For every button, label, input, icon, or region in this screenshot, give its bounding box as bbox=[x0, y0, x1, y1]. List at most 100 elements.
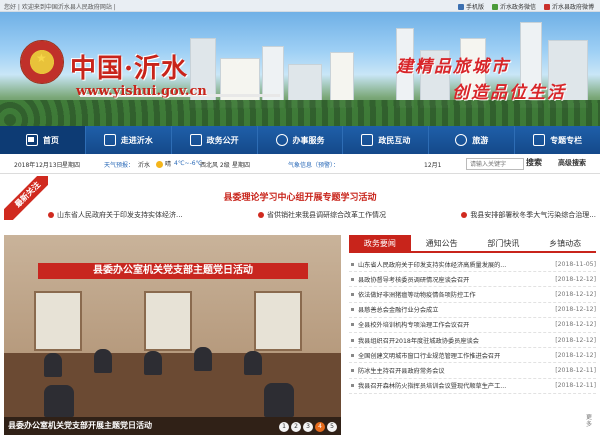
list-item[interactable]: 我县组织召开2018年度驻城政协委员座谈会 [2018-12-12] bbox=[349, 333, 596, 349]
list-item[interactable]: 县慈善总会金融行业分会成立 [2018-12-12] bbox=[349, 303, 596, 318]
nav-gov-info[interactable]: 政务公开 bbox=[172, 126, 258, 154]
nav-tourism[interactable]: 旅游 bbox=[429, 126, 516, 154]
sun-icon bbox=[156, 161, 163, 168]
news-title[interactable]: 依法做好非洲猪瘟等动物疫情各项防控工作 bbox=[358, 290, 550, 299]
news-date: [2018-12-12] bbox=[555, 306, 596, 314]
warning-label[interactable]: 气象信息（预警）： bbox=[288, 160, 339, 169]
weather-day: 星期四 bbox=[232, 162, 251, 169]
news-title[interactable]: 我县组织召开2018年度驻城政协委员座谈会 bbox=[358, 336, 550, 345]
pager-dot[interactable]: 2 bbox=[291, 422, 301, 432]
bullet-icon bbox=[351, 384, 354, 388]
photo-banner-text: 县委办公室机关党支部主题党日活动 bbox=[38, 263, 308, 279]
tab-notices[interactable]: 通知公告 bbox=[411, 235, 473, 251]
nav-services[interactable]: 办事服务 bbox=[258, 126, 344, 154]
wechat-link[interactable]: 沂水政务微信 bbox=[491, 2, 536, 11]
weather-label: 天气预报： bbox=[104, 162, 135, 169]
chat-icon bbox=[361, 134, 374, 146]
more-link[interactable]: 更多 bbox=[586, 414, 596, 428]
news-title[interactable]: 防冰生主持召开县政府常务会议 bbox=[358, 366, 550, 375]
headline-link[interactable]: 省供销社来我县调研综合改革工作情况 bbox=[258, 210, 386, 220]
bullet-icon bbox=[351, 292, 354, 296]
news-date: [2018-12-11] bbox=[555, 382, 596, 390]
list-item[interactable]: 依法做好非洲猪瘟等动物疫情各项防控工作 [2018-12-12] bbox=[349, 287, 596, 303]
scroll-date: 12月1 bbox=[424, 162, 442, 169]
bullet-icon bbox=[351, 308, 354, 312]
current-weekday: 星期四 bbox=[62, 162, 81, 169]
headline-section: 最新关注 县委理论学习中心组开展专题学习活动 山东省人民政府关于印发支持实体经济… bbox=[0, 176, 600, 230]
bullet-icon bbox=[351, 338, 354, 342]
weibo-icon bbox=[543, 3, 550, 10]
news-list: 山东省人民政府关于印发支持实体经济高质量发展的... [2018-11-05] 县政… bbox=[349, 257, 596, 394]
wind: 西北风 2级 bbox=[200, 162, 230, 169]
photo-window bbox=[34, 291, 82, 351]
nav-interaction[interactable]: 政民互动 bbox=[343, 126, 430, 154]
photo-window bbox=[144, 291, 192, 351]
news-date: [2018-12-11] bbox=[555, 366, 596, 374]
news-date: [2018-12-12] bbox=[555, 351, 596, 359]
news-date: [2018-12-12] bbox=[555, 290, 596, 298]
camera-icon bbox=[455, 134, 468, 146]
top-bar: 您好 | 欢迎来到中国沂水县人民政府网站 | 手机版 沂水政务微信 沂水县政府微… bbox=[0, 0, 600, 12]
news-title[interactable]: 县慈善总会金融行业分会成立 bbox=[358, 305, 550, 314]
nav-home[interactable]: 首页 bbox=[0, 126, 86, 154]
home-icon bbox=[25, 134, 38, 146]
tree-line bbox=[0, 100, 600, 126]
wechat-icon bbox=[491, 3, 498, 10]
bullet-icon bbox=[351, 368, 354, 372]
news-title[interactable]: 县政协督导考核委员调研情况座谈会召开 bbox=[358, 275, 550, 284]
site-title[interactable]: 中国·沂水 bbox=[70, 48, 188, 85]
photo-person bbox=[144, 351, 162, 375]
bullet-icon bbox=[48, 212, 54, 218]
news-photo-carousel[interactable]: 县委办公室机关党支部主题党日活动 县委办公室机关党支部开展主题党日活动 1 2 … bbox=[4, 235, 341, 435]
list-item[interactable]: 全县校外培训机构专项治理工作会议召开 [2018-12-12] bbox=[349, 318, 596, 333]
advanced-search-link[interactable]: 高级搜索 bbox=[558, 158, 586, 168]
document-icon bbox=[189, 134, 202, 146]
main-nav: 首页 走进沂水 政务公开 办事服务 政民互动 旅游 专题专栏 bbox=[0, 126, 600, 154]
weather-block: 晴 bbox=[154, 159, 171, 168]
tab-dept-news[interactable]: 部门快讯 bbox=[473, 235, 535, 251]
news-title[interactable]: 全县校外培训机构专项治理工作会议召开 bbox=[358, 320, 550, 329]
mobile-icon bbox=[457, 3, 464, 10]
nav-topics[interactable]: 专题专栏 bbox=[515, 126, 600, 154]
headline-link[interactable]: 山东省人民政府关于印发支持实体经济... bbox=[48, 210, 183, 220]
photo-person bbox=[244, 351, 262, 375]
bullet-icon bbox=[258, 212, 264, 218]
pager-dot[interactable]: 5 bbox=[327, 422, 337, 432]
search-input[interactable] bbox=[466, 158, 524, 170]
site-banner: ★ 中国·沂水 www.yishui.gov.cn 建精品旅城市 创造品位生活 bbox=[0, 12, 600, 126]
pager-dot[interactable]: 1 bbox=[279, 422, 289, 432]
news-title[interactable]: 我县召开森林防火指挥员培训会议暨现代顺草生产工... bbox=[358, 381, 550, 390]
news-date: [2018-12-12] bbox=[555, 336, 596, 344]
news-date: [2018-12-12] bbox=[555, 275, 596, 283]
site-url: www.yishui.gov.cn bbox=[76, 84, 207, 99]
list-item[interactable]: 山东省人民政府关于印发支持实体经济高质量发展的... [2018-11-05] bbox=[349, 257, 596, 273]
headline-title[interactable]: 县委理论学习中心组开展专题学习活动 bbox=[0, 190, 600, 203]
list-item[interactable]: 全国创建文明城市窗口行业规范管理工作推进会召开 [2018-12-12] bbox=[349, 348, 596, 364]
photo-person bbox=[44, 385, 74, 417]
user-icon bbox=[275, 134, 288, 146]
grid-icon bbox=[533, 134, 546, 146]
mobile-link[interactable]: 手机版 bbox=[457, 2, 484, 11]
info-icon bbox=[103, 134, 116, 146]
news-title[interactable]: 山东省人民政府关于印发支持实体经济高质量发展的... bbox=[358, 260, 550, 269]
nav-about[interactable]: 走进沂水 bbox=[86, 126, 172, 154]
national-emblem-icon: ★ bbox=[20, 40, 64, 84]
list-item[interactable]: 我县召开森林防火指挥员培训会议暨现代顺草生产工... [2018-12-11] bbox=[349, 379, 596, 394]
weibo-link[interactable]: 沂水县政府微博 bbox=[543, 2, 594, 11]
search-button[interactable]: 搜索 bbox=[526, 157, 542, 168]
temperature: 4℃~-6℃ bbox=[174, 160, 203, 167]
bullet-icon bbox=[351, 262, 354, 266]
pager-dot[interactable]: 3 bbox=[303, 422, 313, 432]
pager-dot-active[interactable]: 4 bbox=[315, 422, 325, 432]
photo-window bbox=[254, 291, 302, 351]
headline-link[interactable]: 我县安排部署秋冬季大气污染综合治理... bbox=[461, 210, 596, 220]
photo-person bbox=[94, 349, 112, 373]
tab-gov-news[interactable]: 政务要闻 bbox=[349, 235, 411, 251]
slogan-line-2: 创造品位生活 bbox=[452, 83, 566, 103]
tab-town-news[interactable]: 乡镇动态 bbox=[534, 235, 596, 251]
list-item[interactable]: 县政协督导考核委员调研情况座谈会召开 [2018-12-12] bbox=[349, 272, 596, 288]
bullet-icon bbox=[351, 277, 354, 281]
carousel-pager: 1 2 3 4 5 bbox=[279, 422, 337, 432]
news-title[interactable]: 全国创建文明城市窗口行业规范管理工作推进会召开 bbox=[358, 351, 550, 360]
list-item[interactable]: 防冰生主持召开县政府常务会议 [2018-12-11] bbox=[349, 363, 596, 379]
